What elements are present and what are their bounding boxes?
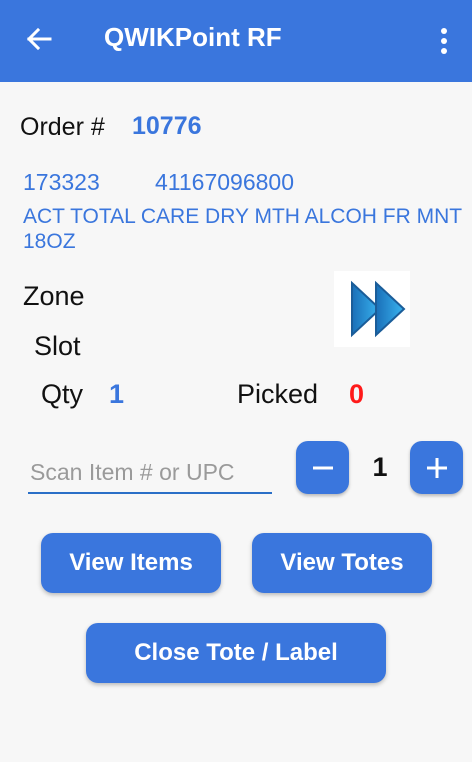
scan-input[interactable] [28,452,272,494]
plus-icon [426,457,447,478]
more-options-icon[interactable] [432,26,456,56]
close-tote-label-button[interactable]: Close Tote / Label [86,623,386,683]
order-number: 10776 [132,112,202,140]
qty-label: Qty [41,379,84,409]
order-label: Order # [20,113,105,141]
picked-label: Picked [237,379,319,409]
view-items-button[interactable]: View Items [41,533,221,593]
zone-label: Zone [23,281,85,311]
back-arrow-icon[interactable] [24,24,54,54]
decrement-button[interactable] [296,441,349,494]
picked-value: 0 [349,379,365,409]
view-totes-button[interactable]: View Totes [252,533,432,593]
increment-button[interactable] [410,441,463,494]
slot-label: Slot [34,331,81,361]
item-number: 173323 [23,169,100,195]
quantity-stepper-value: 1 [372,452,388,482]
item-upc: 41167096800 [155,169,294,195]
item-description: ACT TOTAL CARE DRY MTH ALCOH FR MNT 18OZ [23,205,462,253]
app-bar: QWIKPoint RF [0,0,472,82]
minus-icon [312,466,333,469]
qty-value: 1 [109,379,125,409]
app-title: QWIKPoint RF [104,22,282,52]
fast-forward-icon[interactable] [334,271,410,347]
